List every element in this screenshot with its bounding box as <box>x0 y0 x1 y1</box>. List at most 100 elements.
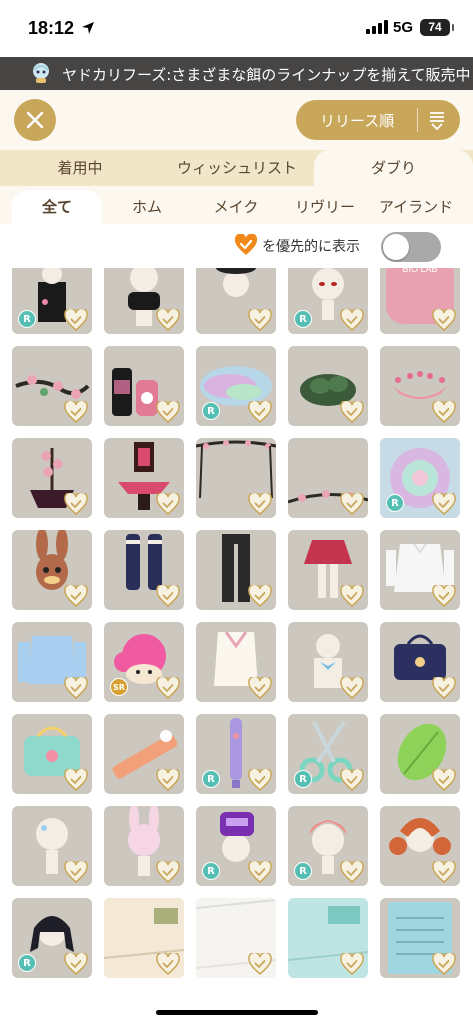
favorite-heart-icon[interactable] <box>248 769 272 791</box>
item-card-mint-tote-bag[interactable] <box>12 714 92 794</box>
item-card-navy-knee-socks[interactable] <box>104 530 184 610</box>
favorite-heart-icon[interactable] <box>248 861 272 883</box>
favorite-heart-icon[interactable] <box>248 493 272 515</box>
favorite-heart-icon[interactable] <box>64 493 88 515</box>
rarity-badge: R <box>294 862 312 880</box>
item-card-hanging-blossom-vines[interactable] <box>196 438 276 518</box>
item-card-red-twin-tail-hair[interactable] <box>380 806 460 886</box>
item-card-blossom-ikebana-pot[interactable] <box>12 438 92 518</box>
item-card-black-trousers[interactable] <box>196 530 276 610</box>
item-card-white-blouse[interactable] <box>380 530 460 610</box>
sort-button[interactable]: リリース順 <box>296 100 460 140</box>
favorite-heart-icon[interactable] <box>64 585 88 607</box>
favorite-heart-icon[interactable] <box>64 401 88 423</box>
item-card-black-dress-outfit[interactable]: R <box>12 268 92 334</box>
favorite-heart-icon[interactable] <box>64 769 88 791</box>
item-card-blue-bow-collar[interactable] <box>288 622 368 702</box>
tab-duplicates[interactable]: ダブり <box>314 150 473 186</box>
favorite-heart-icon[interactable] <box>248 953 272 975</box>
item-card-blue-cardigan[interactable] <box>12 622 92 702</box>
item-card-pink-crown[interactable] <box>380 346 460 426</box>
favorite-heart-icon[interactable] <box>64 309 88 331</box>
item-card-black-bob-hair[interactable]: R <box>12 898 92 978</box>
favorite-heart-icon[interactable] <box>340 401 364 423</box>
item-card-cherry-blossom-branch[interactable] <box>12 346 92 426</box>
favorite-heart-icon[interactable] <box>340 861 364 883</box>
favorite-heart-icon[interactable] <box>340 769 364 791</box>
item-card-red-eyes-makeup[interactable]: R <box>288 268 368 334</box>
item-card-pink-short-hair[interactable]: R <box>288 806 368 886</box>
favorite-heart-icon[interactable] <box>248 309 272 331</box>
favorite-heart-icon[interactable] <box>340 493 364 515</box>
item-card-bunny-ruler[interactable] <box>104 714 184 794</box>
favorite-heart-icon[interactable] <box>340 677 364 699</box>
favorite-heart-icon[interactable] <box>432 677 456 699</box>
item-card-white-sweater-vest[interactable] <box>196 622 276 702</box>
sort-order-icon <box>430 112 444 130</box>
item-card-mint-classroom-background[interactable] <box>288 898 368 978</box>
favorite-heart-icon[interactable] <box>64 861 88 883</box>
favorite-heart-icon[interactable] <box>248 585 272 607</box>
item-card-bio-lab-sign[interactable]: BIO LAB <box>380 268 460 334</box>
signal-icon <box>366 20 388 34</box>
item-card-red-pleated-skirt[interactable] <box>288 530 368 610</box>
subtab-home[interactable]: ホム <box>104 190 190 224</box>
priority-toggle[interactable] <box>381 232 441 262</box>
favorite-heart-icon[interactable] <box>156 953 180 975</box>
favorite-heart-icon[interactable] <box>248 401 272 423</box>
subtab-livly[interactable]: リヴリー <box>282 190 368 224</box>
favorite-heart-icon[interactable] <box>156 769 180 791</box>
favorite-heart-icon[interactable] <box>432 861 456 883</box>
favorite-heart-icon[interactable] <box>432 769 456 791</box>
favorite-heart-icon[interactable] <box>156 493 180 515</box>
favorite-heart-icon[interactable] <box>156 585 180 607</box>
item-card-green-bush[interactable] <box>288 346 368 426</box>
item-card-mint-scissors[interactable]: R <box>288 714 368 794</box>
item-card-pink-hair-doll[interactable]: SR <box>104 622 184 702</box>
item-card-potion-bottles[interactable] <box>104 346 184 426</box>
rarity-badge: R <box>386 494 404 512</box>
item-card-pink-bunny-hat[interactable] <box>104 806 184 886</box>
favorite-heart-icon[interactable] <box>340 309 364 331</box>
favorite-heart-icon[interactable] <box>432 953 456 975</box>
item-card-white-figure-black-top[interactable] <box>104 268 184 334</box>
subtab-all[interactable]: 全て <box>12 190 102 224</box>
item-card-blue-notebook[interactable] <box>380 898 460 978</box>
favorite-heart-icon[interactable] <box>156 677 180 699</box>
item-card-bunny-hood-hat[interactable] <box>12 530 92 610</box>
subtab-makeup[interactable]: メイク <box>193 190 279 224</box>
item-card-green-leaf-note[interactable] <box>380 714 460 794</box>
favorite-heart-icon[interactable] <box>432 309 456 331</box>
favorite-heart-icon[interactable] <box>432 493 456 515</box>
tab-wearing[interactable]: 着用中 <box>0 150 160 186</box>
favorite-heart-icon[interactable] <box>64 953 88 975</box>
svg-text:BIO LAB: BIO LAB <box>402 268 437 274</box>
subtab-island[interactable]: アイランド <box>370 190 462 224</box>
news-ticker[interactable]: ヤドカリフーズ:さまざまな餌のラインナップを揃えて販売中 <box>0 57 473 90</box>
close-button[interactable] <box>14 99 56 141</box>
toggle-knob <box>383 234 409 260</box>
item-card-navy-school-bag[interactable] <box>380 622 460 702</box>
favorite-heart-icon[interactable] <box>432 401 456 423</box>
item-card-purple-gadget-hat[interactable]: R <box>196 806 276 886</box>
location-arrow-icon <box>82 22 94 34</box>
item-card-witch-hat-figure[interactable] <box>196 268 276 334</box>
item-card-pastel-smoke-effect[interactable]: R <box>196 346 276 426</box>
favorite-heart-icon[interactable] <box>156 309 180 331</box>
favorite-heart-icon[interactable] <box>340 585 364 607</box>
favorite-heart-icon[interactable] <box>156 401 180 423</box>
item-card-ground-blossom-vines[interactable] <box>288 438 368 518</box>
favorite-heart-icon[interactable] <box>156 861 180 883</box>
item-card-pastel-swirl-effect[interactable]: R <box>380 438 460 518</box>
item-card-lavender-pen[interactable]: R <box>196 714 276 794</box>
favorite-heart-icon[interactable] <box>432 585 456 607</box>
item-card-classroom-background[interactable] <box>104 898 184 978</box>
item-card-white-room-background[interactable] <box>196 898 276 978</box>
item-card-bald-head-makeup[interactable] <box>12 806 92 886</box>
tab-wishlist[interactable]: ウィッシュリスト <box>160 150 314 186</box>
item-card-altar-basin[interactable] <box>104 438 184 518</box>
favorite-heart-icon[interactable] <box>64 677 88 699</box>
favorite-heart-icon[interactable] <box>340 953 364 975</box>
favorite-heart-icon[interactable] <box>248 677 272 699</box>
rarity-badge: R <box>202 402 220 420</box>
